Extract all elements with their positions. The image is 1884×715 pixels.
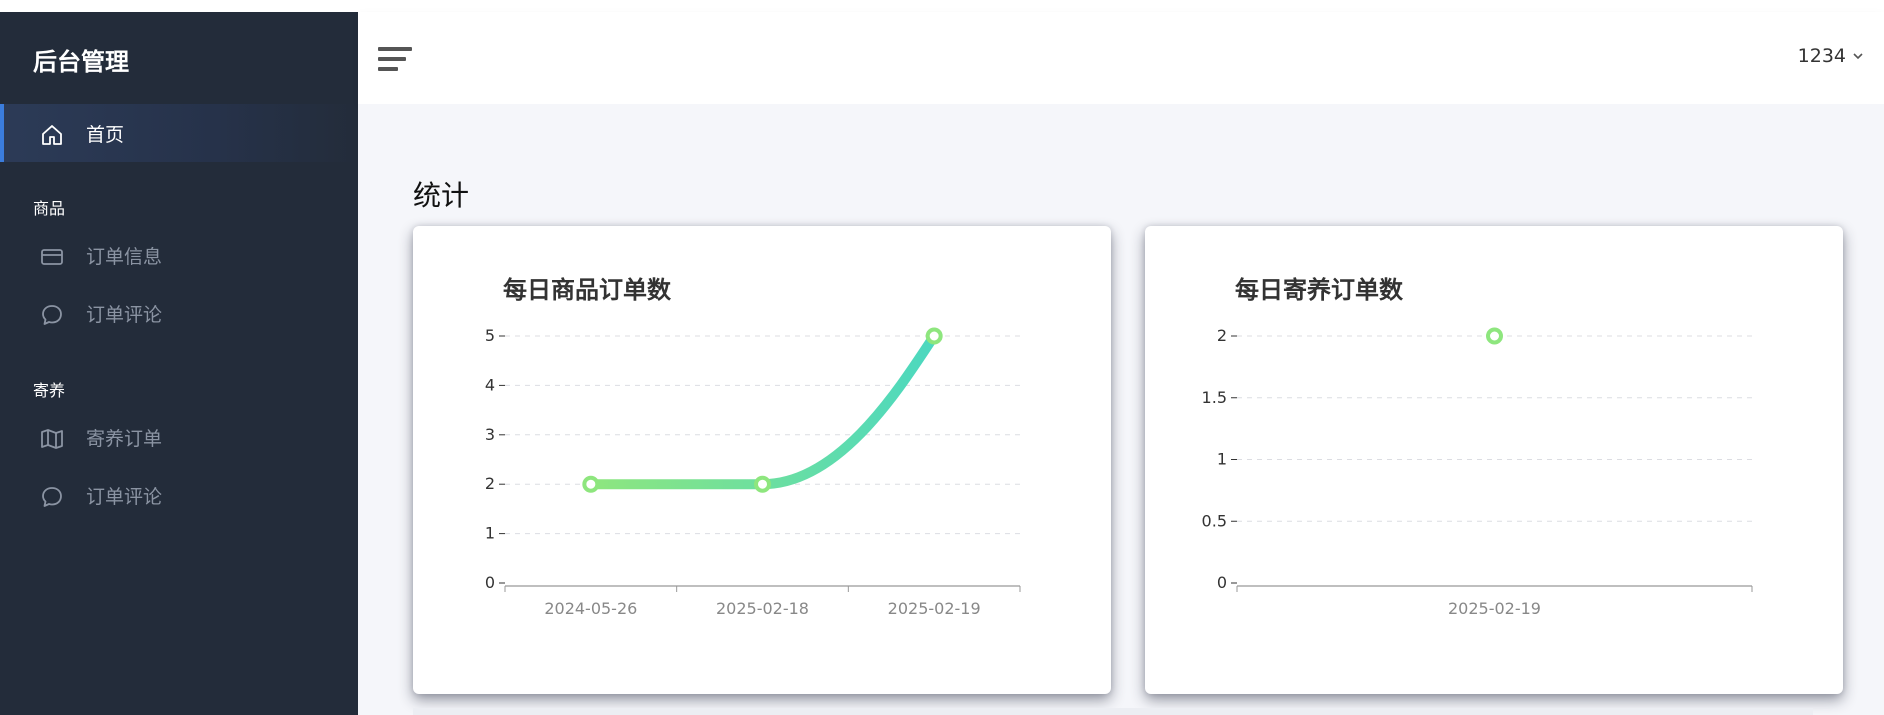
y-tick-label: 0.5: [1202, 511, 1227, 530]
top-header: 1234: [358, 12, 1884, 104]
x-tick-label: 2025-02-19: [1448, 599, 1541, 618]
data-point: [754, 475, 771, 493]
user-menu[interactable]: 1234: [1798, 45, 1864, 67]
top-strip: [0, 0, 358, 12]
y-tick-label: 0: [1217, 573, 1227, 592]
sidebar-item-goods-comments[interactable]: 订单评论: [0, 284, 358, 342]
y-tick-label: 1: [1217, 450, 1227, 469]
series-line: [585, 331, 940, 490]
sidebar-item-label: 订单信息: [86, 245, 163, 268]
data-point: [1486, 327, 1503, 345]
y-tick-label: 2: [1217, 326, 1227, 345]
y-tick-label: 1.5: [1202, 388, 1227, 407]
active-indicator: [0, 104, 4, 162]
credit-card-icon: [41, 249, 63, 265]
chart-boarding-orders: 0 0.5 1 1.5 2 2025-02-19: [1202, 326, 1753, 618]
y-tick-label: 5: [485, 326, 495, 345]
sidebar-item-home[interactable]: 首页: [0, 104, 358, 162]
chat-bubble-icon: [42, 305, 62, 325]
y-tick-label: 3: [485, 425, 495, 444]
next-row-edge: [413, 708, 1813, 715]
y-tick-label: 4: [485, 375, 495, 394]
sidebar-item-label: 订单评论: [86, 485, 163, 508]
chart-goods-orders: 0 1 2 3 4 5 2024-05-26 2025-02-18 2025-02-19: [485, 326, 1021, 618]
brand-title: 后台管理: [33, 48, 129, 76]
sidebar-item-boarding-comments[interactable]: 订单评论: [0, 466, 358, 524]
x-tick-label: 2025-02-19: [888, 599, 981, 618]
data-point: [582, 475, 600, 493]
group-title-goods: 商品: [33, 199, 66, 218]
sidebar-item-order-info[interactable]: 订单信息: [0, 226, 358, 284]
chart-card-goods: 每日商品订单数 0 1 2 3 4 5 2024-05-26 2025-02-18 2025-0…: [413, 226, 1111, 694]
y-tick-label: 2: [485, 474, 495, 493]
hamburger-icon[interactable]: [378, 45, 412, 73]
user-name: 1234: [1797, 45, 1846, 67]
chat-bubble-icon: [42, 487, 62, 507]
map-icon: [41, 429, 63, 449]
section-title: 统计: [413, 179, 470, 212]
sidebar-item-label: 订单评论: [86, 303, 163, 326]
main-content: 统计 每日商品订单数 0 1 2 3 4 5 2024-05-26 2025-02-18 202…: [358, 104, 1884, 715]
chevron-down-icon: [1853, 53, 1863, 60]
sidebar-item-boarding-orders[interactable]: 寄养订单: [0, 408, 358, 466]
data-point: [925, 327, 943, 345]
x-tick-label: 2024-05-26: [544, 599, 637, 618]
sidebar: 后台管理 首页 商品 订单信息 订单评论 寄养 寄养订单 订单评论: [0, 12, 358, 715]
x-tick-label: 2025-02-18: [716, 599, 809, 618]
sidebar-item-label: 首页: [86, 123, 125, 146]
group-title-boarding: 寄养: [33, 381, 66, 400]
y-tick-label: 0: [485, 573, 495, 592]
home-icon: [42, 125, 62, 145]
sidebar-item-label: 寄养订单: [86, 427, 163, 450]
chart-card-boarding: 每日寄养订单数 0 0.5 1 1.5 2 2025-02-19: [1145, 226, 1843, 694]
y-tick-label: 1: [485, 524, 495, 543]
